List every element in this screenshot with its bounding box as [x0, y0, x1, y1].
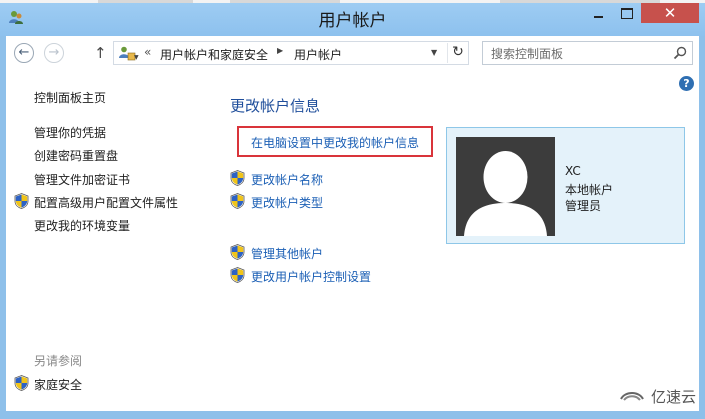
- search-box[interactable]: [482, 41, 693, 65]
- sidebar-item-family-safety[interactable]: 家庭安全: [34, 376, 82, 393]
- pc-settings-link[interactable]: 在电脑设置中更改我的帐户信息: [251, 134, 419, 151]
- content-area: ? 控制面板主页 管理你的凭据 创建密码重置盘 管理文件加密证书 配置高级用户配…: [6, 76, 699, 411]
- user-accounts-window: 用户帐户 ✕ ← → ↑ ▼ « 用户帐户和家庭安全 ▶ 用户帐户 ▼ ↻ 搜索…: [0, 0, 705, 419]
- arrow-up-icon: ↑: [94, 44, 107, 62]
- help-button[interactable]: ?: [679, 76, 694, 91]
- shield-icon: [230, 193, 245, 209]
- refresh-icon: ↻: [452, 44, 464, 60]
- shield-icon: [230, 267, 245, 283]
- change-account-type-link[interactable]: 更改帐户类型: [251, 194, 323, 211]
- refresh-button[interactable]: ↻: [447, 43, 468, 63]
- user-avatar-icon: [456, 137, 555, 236]
- sidebar-item-manage-file-encryption-certificates[interactable]: 管理文件加密证书: [34, 171, 130, 188]
- account-type: 本地帐户: [565, 183, 614, 197]
- see-also-heading: 另请参阅: [34, 354, 83, 368]
- arrow-right-icon: →: [48, 45, 60, 60]
- shield-icon: [230, 244, 245, 260]
- account-role: 管理员: [565, 199, 602, 213]
- shield-icon: [14, 193, 29, 209]
- shield-icon: [230, 170, 245, 186]
- help-icon: ?: [683, 77, 690, 90]
- navigation-bar: ← → ↑ ▼ « 用户帐户和家庭安全 ▶ 用户帐户 ▼ ↻: [6, 36, 699, 76]
- path-overflow-icon[interactable]: «: [144, 45, 151, 59]
- manage-other-accounts-link[interactable]: 管理其他帐户: [251, 245, 323, 262]
- page-title: 更改帐户信息: [230, 97, 321, 115]
- breadcrumb-user-accounts-family-safety[interactable]: 用户帐户和家庭安全: [160, 46, 268, 63]
- breadcrumb-separator-icon[interactable]: ▶: [277, 46, 283, 55]
- watermark-text: 亿速云: [651, 388, 697, 406]
- change-uac-settings-link[interactable]: 更改用户帐户控制设置: [251, 268, 371, 285]
- sidebar-item-create-password-reset-disk[interactable]: 创建密码重置盘: [34, 147, 118, 164]
- account-card: XC 本地帐户 管理员: [446, 127, 685, 244]
- address-dropdown-icon[interactable]: ▼: [134, 54, 139, 61]
- sidebar-item-advanced-user-profile-properties[interactable]: 配置高级用户配置文件属性: [34, 194, 178, 211]
- change-account-name-link[interactable]: 更改帐户名称: [251, 171, 323, 188]
- close-button[interactable]: ✕: [641, 3, 699, 23]
- search-input[interactable]: [489, 44, 663, 64]
- address-bar[interactable]: ▼ « 用户帐户和家庭安全 ▶ 用户帐户 ▼ ↻: [113, 41, 469, 65]
- minimize-button[interactable]: [585, 3, 612, 24]
- sidebar-item-change-environment-variables[interactable]: 更改我的环境变量: [34, 217, 130, 234]
- history-dropdown-icon[interactable]: ▼: [431, 48, 437, 57]
- account-name: XC: [565, 164, 581, 178]
- close-icon: ✕: [663, 4, 677, 22]
- arrow-left-icon: ←: [18, 45, 30, 60]
- sidebar-item-manage-credentials[interactable]: 管理你的凭据: [34, 124, 106, 141]
- maximize-button[interactable]: [613, 3, 640, 24]
- shield-icon: [14, 375, 29, 391]
- search-icon[interactable]: [673, 46, 687, 60]
- sidebar-item-control-panel-home[interactable]: 控制面板主页: [34, 89, 106, 106]
- breadcrumb-user-accounts[interactable]: 用户帐户: [294, 46, 342, 63]
- up-button[interactable]: ↑: [94, 44, 107, 62]
- forward-button[interactable]: →: [44, 43, 64, 63]
- back-button[interactable]: ←: [14, 43, 34, 63]
- title-bar[interactable]: 用户帐户 ✕: [0, 0, 705, 36]
